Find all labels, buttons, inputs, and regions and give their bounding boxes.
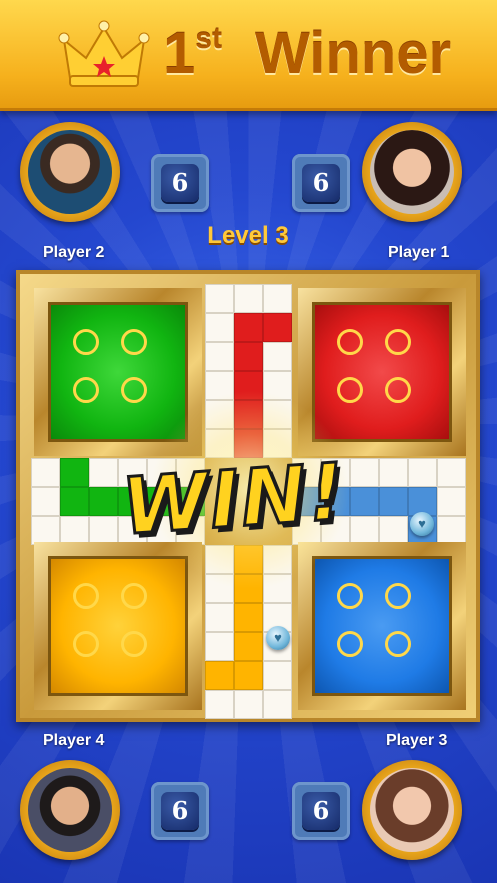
token-slot[interactable] bbox=[337, 377, 363, 403]
board-cell[interactable] bbox=[263, 313, 292, 342]
board-cell[interactable] bbox=[31, 458, 60, 487]
token-slot[interactable] bbox=[73, 329, 99, 355]
board-cell[interactable] bbox=[379, 487, 408, 516]
board-cell[interactable] bbox=[263, 661, 292, 690]
token-slot[interactable] bbox=[73, 377, 99, 403]
board-cell[interactable] bbox=[205, 342, 234, 371]
board-cell[interactable] bbox=[234, 661, 263, 690]
board-cell[interactable] bbox=[379, 516, 408, 545]
token-slot[interactable] bbox=[385, 583, 411, 609]
token-slot[interactable] bbox=[385, 631, 411, 657]
board-cell[interactable] bbox=[60, 487, 89, 516]
player-3-avatar[interactable] bbox=[362, 760, 462, 860]
player-4-dice[interactable]: 6 bbox=[151, 782, 209, 840]
player-2-avatar[interactable] bbox=[20, 122, 120, 222]
heart-token-icon[interactable]: ♥ bbox=[266, 626, 290, 650]
token-slot[interactable] bbox=[121, 583, 147, 609]
winner-rank: 1st bbox=[163, 21, 222, 86]
board-cell[interactable] bbox=[205, 661, 234, 690]
token-slot[interactable] bbox=[73, 631, 99, 657]
board-cell[interactable] bbox=[234, 632, 263, 661]
player-4-name: Player 4 bbox=[43, 732, 105, 749]
win-banner: WIN! bbox=[118, 446, 351, 554]
dice-face: 6 bbox=[302, 792, 340, 830]
board-cell[interactable] bbox=[60, 516, 89, 545]
board-cell[interactable] bbox=[89, 516, 118, 545]
board-cell[interactable] bbox=[350, 487, 379, 516]
level-label: Level 3 bbox=[207, 222, 289, 249]
board-cell[interactable] bbox=[31, 487, 60, 516]
token-slot[interactable] bbox=[337, 583, 363, 609]
board-cell[interactable] bbox=[263, 690, 292, 719]
token-slot[interactable] bbox=[121, 377, 147, 403]
player-4-avatar[interactable] bbox=[20, 760, 120, 860]
dice-face: 6 bbox=[302, 164, 340, 202]
board-cell[interactable] bbox=[234, 690, 263, 719]
blue-home[interactable] bbox=[298, 542, 466, 710]
token-slot[interactable] bbox=[385, 329, 411, 355]
token-slot[interactable] bbox=[73, 583, 99, 609]
token-slot[interactable] bbox=[121, 329, 147, 355]
player-1-photo bbox=[370, 130, 454, 214]
board-cell[interactable] bbox=[205, 632, 234, 661]
token-slot[interactable] bbox=[337, 631, 363, 657]
board-cell[interactable] bbox=[89, 487, 118, 516]
board-cell[interactable] bbox=[408, 458, 437, 487]
winner-header: 1st Winner bbox=[0, 0, 497, 111]
board-cell[interactable] bbox=[60, 458, 89, 487]
board-cell[interactable] bbox=[205, 690, 234, 719]
player-1-name: Player 1 bbox=[388, 244, 450, 261]
heart-token-icon[interactable]: ♥ bbox=[410, 512, 434, 536]
dice-face: 6 bbox=[161, 792, 199, 830]
board-cell[interactable] bbox=[205, 313, 234, 342]
board-cell[interactable] bbox=[234, 313, 263, 342]
player-2-name: Player 2 bbox=[43, 244, 105, 261]
player-2-dice[interactable]: 6 bbox=[151, 154, 209, 212]
player-2-photo bbox=[28, 130, 112, 214]
yellow-home[interactable] bbox=[34, 542, 202, 710]
board-cell[interactable] bbox=[234, 342, 263, 371]
green-home-base bbox=[48, 302, 188, 442]
token-slot[interactable] bbox=[337, 329, 363, 355]
board-cell[interactable] bbox=[437, 458, 466, 487]
player-3-photo bbox=[370, 768, 454, 852]
board-cell[interactable] bbox=[31, 516, 60, 545]
board-cell[interactable] bbox=[350, 516, 379, 545]
board-cell[interactable] bbox=[205, 284, 234, 313]
yellow-home-base bbox=[48, 556, 188, 696]
board-cell[interactable] bbox=[263, 284, 292, 313]
board-cell[interactable] bbox=[263, 342, 292, 371]
board-cell[interactable] bbox=[234, 284, 263, 313]
blue-home-base bbox=[312, 556, 452, 696]
board-cell[interactable] bbox=[437, 487, 466, 516]
player-1-dice[interactable]: 6 bbox=[292, 154, 350, 212]
player-1-avatar[interactable] bbox=[362, 122, 462, 222]
player-3-name: Player 3 bbox=[386, 732, 448, 749]
player-4-photo bbox=[28, 768, 112, 852]
board-cell[interactable] bbox=[205, 603, 234, 632]
dice-face: 6 bbox=[161, 164, 199, 202]
winner-title: Winner bbox=[255, 21, 452, 86]
board-cell[interactable] bbox=[437, 516, 466, 545]
board-cell[interactable] bbox=[89, 458, 118, 487]
token-slot[interactable] bbox=[121, 631, 147, 657]
board-cell[interactable] bbox=[234, 603, 263, 632]
crown-icon bbox=[58, 20, 150, 87]
board-cell[interactable] bbox=[379, 458, 408, 487]
token-slot[interactable] bbox=[385, 377, 411, 403]
red-home-base bbox=[312, 302, 452, 442]
board-cell[interactable] bbox=[350, 458, 379, 487]
player-3-dice[interactable]: 6 bbox=[292, 782, 350, 840]
